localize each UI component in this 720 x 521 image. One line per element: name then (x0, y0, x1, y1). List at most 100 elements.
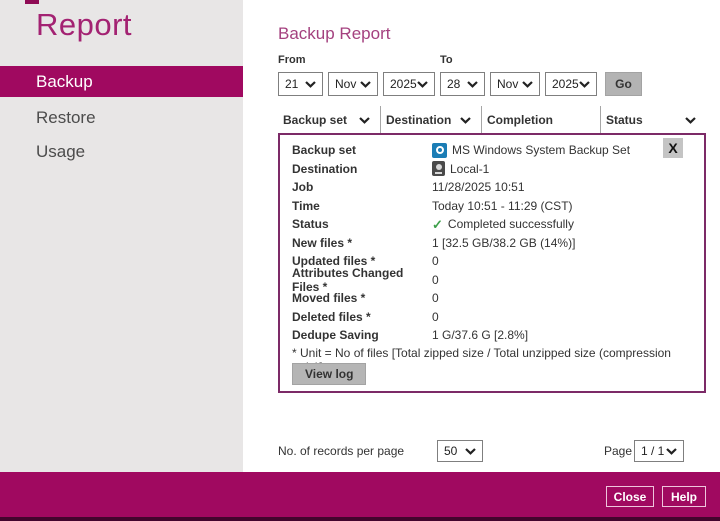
from-month-select[interactable]: Nov (328, 72, 378, 96)
chevron-down-icon (522, 80, 533, 88)
filter-label: Status (606, 112, 643, 127)
record-row: Time Today 10:51 - 11:29 (CST) (292, 197, 692, 216)
record-row-text: 11/28/2025 10:51 (432, 180, 525, 195)
chevron-down-icon (359, 111, 370, 129)
filter-label: Completion (487, 112, 553, 127)
top-accent-mark (25, 0, 39, 4)
page-select[interactable]: 1 / 1 (634, 440, 684, 462)
record-row-label: New files * (292, 235, 353, 250)
records-per-page-value: 50 (444, 444, 458, 458)
record-row: Backup set MS Windows System Backup Set (292, 141, 692, 160)
record-row-label: Attributes Changed Files * (292, 265, 404, 294)
record-row-value: MS Windows System Backup Set (432, 142, 631, 158)
record-row-text: Local-1 (450, 161, 490, 176)
sidebar-item-usage[interactable]: Usage (0, 136, 243, 167)
from-label: From (278, 54, 306, 66)
record-row-value: 0 (432, 273, 439, 287)
filter-destination[interactable]: Destination (380, 106, 481, 133)
record-row-value: 0 (432, 291, 439, 305)
record-row-text: MS Windows System Backup Set (452, 143, 631, 158)
sidebar: Report Backup Restore Usage (0, 0, 243, 472)
records-per-page-select[interactable]: 50 (437, 440, 483, 462)
record-row: Job 11/28/2025 10:51 (292, 178, 692, 197)
record-row-label: Destination (292, 161, 358, 176)
chevron-down-icon (305, 80, 316, 88)
from-day-value: 21 (285, 77, 299, 91)
chevron-down-icon (685, 111, 696, 129)
backup-set-icon (432, 142, 447, 158)
record-row-label: Time (292, 198, 320, 213)
chevron-down-icon (666, 447, 677, 455)
sidebar-item-restore[interactable]: Restore (0, 102, 243, 133)
to-day-select[interactable]: 28 (440, 72, 485, 96)
to-year-value: 2025 (552, 77, 579, 91)
record-row-label: Status (292, 217, 329, 232)
record-row-text: 1 [32.5 GB/38.2 GB (14%)] (432, 235, 576, 250)
close-button[interactable]: Close (606, 486, 654, 507)
page-value: 1 / 1 (641, 444, 665, 458)
go-button[interactable]: Go (605, 72, 642, 96)
to-day-value: 28 (447, 77, 461, 91)
record-row: Dedupe Saving 1 G/37.6 G [2.8%] (292, 326, 692, 345)
record-row-value: 0 (432, 310, 439, 324)
record-row-value: 0 (432, 254, 439, 268)
record-row-text: 1 G/37.6 G [2.8%] (432, 328, 529, 343)
record-row: Status ✓ Completed successfully (292, 215, 692, 234)
record-row-value: 1 G/37.6 G [2.8%] (432, 328, 528, 342)
close-record-button[interactable]: X (663, 138, 683, 158)
records-per-page-label: No. of records per page (278, 444, 405, 458)
record-row-label: Job (292, 180, 314, 195)
chevron-down-icon (467, 80, 478, 88)
sidebar-item-backup[interactable]: Backup (0, 66, 243, 97)
filter-backup-set[interactable]: Backup set (278, 106, 380, 133)
record-row: Moved files * 0 (292, 289, 692, 308)
filter-status[interactable]: Status (600, 106, 706, 133)
filter-label: Destination (386, 112, 452, 127)
record-row: New files * 1 [32.5 GB/38.2 GB (14%)] (292, 234, 692, 253)
record-row-value: Local-1 (432, 161, 490, 177)
to-label: To (440, 54, 453, 66)
from-year-value: 2025 (390, 77, 417, 91)
record-row-value: ✓ Completed successfully (432, 217, 574, 231)
chevron-down-icon (360, 80, 371, 88)
from-month-value: Nov (335, 77, 357, 91)
chevron-down-icon (579, 80, 590, 88)
record-row-label: Deleted files * (292, 309, 371, 324)
record-row-value: Today 10:51 - 11:29 (CST) (432, 199, 573, 213)
backup-report-window: Report Backup Restore Usage Backup Report … (0, 0, 720, 521)
page-label: Page (604, 444, 633, 458)
record-row-label: Backup set (292, 143, 357, 158)
filter-completion[interactable]: Completion (481, 106, 600, 133)
filter-header-row: Backup set Destination Completion Status (278, 106, 706, 133)
to-month-value: Nov (497, 77, 519, 91)
filter-label: Backup set (283, 112, 348, 127)
page-title: Backup Report (278, 24, 391, 43)
record-row-text: 0 (432, 272, 439, 287)
record-row-text: Today 10:51 - 11:29 (CST) (432, 198, 573, 213)
record-detail-panel: Backup set MS Windows System Backup Set De… (278, 133, 706, 393)
chevron-down-icon (460, 111, 471, 129)
from-year-select[interactable]: 2025 (383, 72, 435, 96)
record-row-value: 1 [32.5 GB/38.2 GB (14%)] (432, 236, 575, 250)
record-row-text: 0 (432, 254, 439, 269)
record-row-label: Dedupe Saving (292, 328, 379, 343)
from-day-select[interactable]: 21 (278, 72, 323, 96)
record-row: Attributes Changed Files * 0 (292, 266, 692, 294)
check-icon: ✓ (432, 216, 443, 232)
chevron-down-icon (465, 447, 476, 455)
sidebar-title: Report (36, 7, 133, 42)
help-button[interactable]: Help (662, 486, 706, 507)
view-log-button[interactable]: View log (292, 363, 367, 385)
footer-bar: Close Help (0, 472, 720, 517)
record-row-value: 11/28/2025 10:51 (432, 180, 525, 194)
record-row-text: Completed successfully (447, 217, 574, 232)
record-row-text: 0 (432, 291, 439, 306)
to-month-select[interactable]: Nov (490, 72, 540, 96)
record-row-label: Moved files * (292, 291, 366, 306)
chevron-down-icon (417, 80, 428, 88)
record-rows: Backup set MS Windows System Backup Set De… (292, 141, 692, 345)
record-row: Deleted files * 0 (292, 308, 692, 327)
bottom-strip (0, 517, 720, 521)
to-year-select[interactable]: 2025 (545, 72, 597, 96)
record-row-text: 0 (432, 309, 439, 324)
